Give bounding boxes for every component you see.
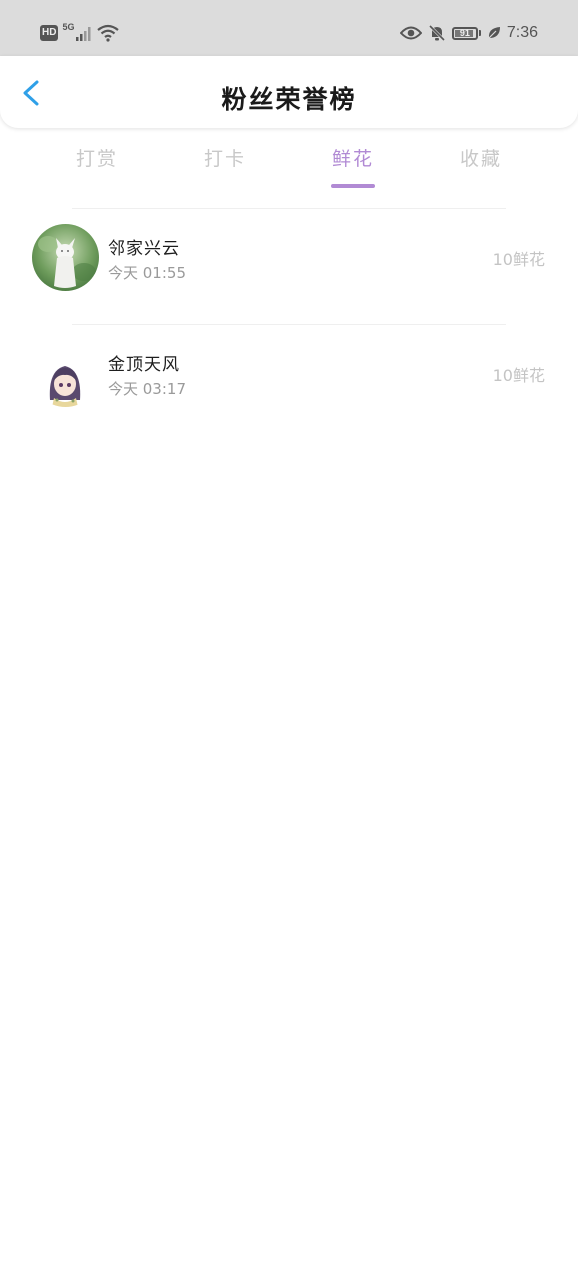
battery-icon: 91 (451, 26, 481, 40)
tab-label: 收藏 (459, 148, 502, 170)
network-type: 5G (62, 22, 75, 32)
fan-time: 今天 03:17 (108, 380, 186, 398)
tab-favorites[interactable]: 收藏 (441, 144, 521, 188)
tab-bar: 打赏 打卡 鲜花 收藏 (0, 128, 578, 198)
battery-level: 91 (459, 27, 470, 38)
anime-girl-avatar (32, 340, 99, 407)
tab-label: 鲜花 (331, 148, 374, 170)
tab-checkin[interactable]: 打卡 (185, 144, 265, 188)
tab-label: 打赏 (75, 148, 118, 170)
list-item[interactable]: 邻家兴云 今天 01:55 10鲜花 (0, 208, 578, 318)
fan-amount: 10鲜花 (492, 250, 545, 269)
clock: 7:36 (506, 24, 538, 41)
list-item[interactable]: 金顶天风 今天 03:17 10鲜花 (0, 324, 578, 434)
white-cat-avatar (32, 224, 99, 291)
tab-tip[interactable]: 打赏 (57, 144, 137, 188)
status-left: HD 5G (40, 22, 120, 44)
app-header: 粉丝荣誉榜 (0, 56, 578, 128)
leaf-icon (488, 27, 500, 39)
fan-name: 邻家兴云 (108, 239, 180, 259)
wifi-icon (97, 24, 120, 42)
signal-icon (76, 27, 91, 41)
mute-bell-icon (428, 24, 445, 42)
status-bar: HD 5G 91 7:36 (0, 0, 578, 56)
tab-active-indicator (331, 184, 375, 188)
fan-amount: 10鲜花 (492, 366, 545, 385)
hd-badge: HD (40, 25, 59, 41)
tab-flowers[interactable]: 鲜花 (313, 144, 393, 188)
fan-time: 今天 01:55 (108, 264, 186, 282)
fan-name: 金顶天风 (108, 355, 180, 375)
eye-icon (399, 26, 422, 40)
status-right: 91 7:36 (399, 22, 538, 44)
page-title: 粉丝荣誉榜 (221, 85, 357, 114)
tab-label: 打卡 (203, 148, 246, 170)
